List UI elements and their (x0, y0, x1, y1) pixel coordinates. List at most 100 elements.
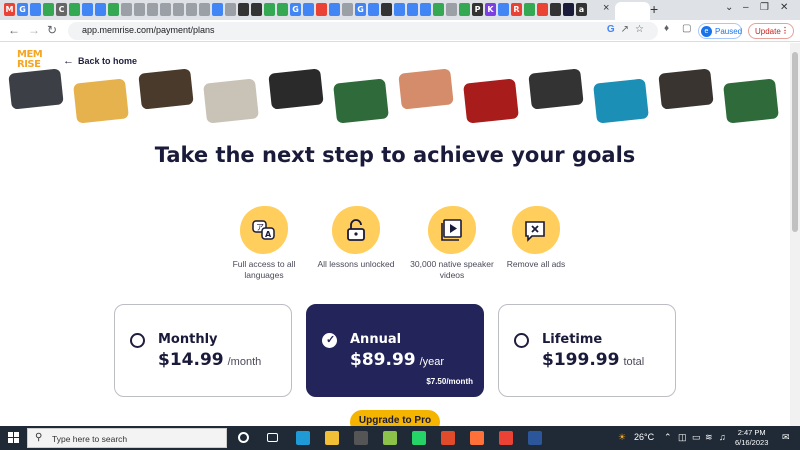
plan-radio[interactable] (514, 333, 529, 348)
browser-tab[interactable] (186, 3, 197, 16)
browser-tab[interactable] (134, 3, 145, 16)
google-icon[interactable]: G (607, 24, 621, 35)
browser-tab[interactable]: M (4, 3, 15, 16)
forward-arrow-icon[interactable]: → (28, 23, 40, 37)
browser-tab[interactable] (95, 3, 106, 16)
plan-card-lifetime[interactable]: Lifetime $199.99 total (498, 304, 676, 397)
window-close-icon[interactable]: ✕ (780, 2, 788, 13)
browser-tab[interactable] (147, 3, 158, 16)
plan-radio[interactable] (130, 333, 145, 348)
browser-tab[interactable] (43, 3, 54, 16)
feature-native-videos: 30,000 native speaker videos (410, 206, 494, 281)
minimize-icon[interactable]: – (743, 2, 749, 13)
browser-tab[interactable] (420, 3, 431, 16)
star-icon[interactable]: ☆ (635, 24, 650, 35)
browser-tab[interactable] (277, 3, 288, 16)
taskbar-cortana-icon[interactable] (238, 432, 249, 443)
taskbar-edge-icon[interactable] (296, 431, 310, 445)
browser-tab[interactable] (537, 3, 548, 16)
profile-paused-button[interactable]: e Paused (698, 23, 742, 39)
browser-tab[interactable]: R (511, 3, 522, 16)
weather-icon[interactable]: ☀ (618, 432, 626, 443)
url-bar[interactable]: app.memrise.com/payment/plans G↗☆ (68, 22, 658, 40)
taskbar-search-input[interactable]: ⚲ Type here to search (27, 428, 227, 448)
wifi-icon[interactable]: ≋ (705, 432, 713, 443)
browser-tab[interactable]: P (472, 3, 483, 16)
browser-tab[interactable] (446, 3, 457, 16)
browser-tab[interactable]: G (290, 3, 301, 16)
plan-card-monthly[interactable]: Monthly $14.99/month (114, 304, 292, 397)
browser-tab[interactable] (121, 3, 132, 16)
windows-start-icon[interactable] (8, 432, 20, 444)
reload-icon[interactable]: ↻ (47, 23, 57, 37)
taskbar-word-icon[interactable] (528, 431, 542, 445)
browser-tab[interactable] (212, 3, 223, 16)
taskbar-clock[interactable]: 2:47 PM 6/16/2023 (735, 428, 768, 448)
url-bar-actions[interactable]: G↗☆ (607, 24, 650, 35)
browser-tab[interactable] (199, 3, 210, 16)
browser-tab[interactable] (524, 3, 535, 16)
browser-tab[interactable] (498, 3, 509, 16)
browser-tab[interactable] (82, 3, 93, 16)
browser-tab[interactable]: a (576, 3, 587, 16)
browser-tab[interactable] (550, 3, 561, 16)
taskbar-file-explorer-icon[interactable] (325, 431, 339, 445)
search-placeholder: Type here to search (52, 434, 128, 444)
browser-tab[interactable] (342, 3, 353, 16)
browser-tab[interactable] (30, 3, 41, 16)
taskbar-store-icon[interactable] (354, 431, 368, 445)
weather-temp[interactable]: 26°C (634, 432, 654, 442)
upgrade-button[interactable]: Upgrade to Pro (350, 410, 440, 426)
browser-tab[interactable]: K (485, 3, 496, 16)
new-tab-button[interactable]: + (650, 1, 658, 17)
kebab-menu-icon[interactable]: ⋮ (781, 26, 789, 35)
browser-tab[interactable] (459, 3, 470, 16)
browser-tab[interactable] (563, 3, 574, 16)
volume-icon[interactable]: ♫ (719, 432, 726, 442)
browser-tab[interactable]: G (355, 3, 366, 16)
scrollbar-thumb[interactable] (792, 52, 798, 232)
browser-tab[interactable]: C (56, 3, 67, 16)
browser-tab[interactable] (368, 3, 379, 16)
taskbar-whatsapp-icon[interactable] (412, 431, 426, 445)
browser-tab[interactable] (225, 3, 236, 16)
network-icon[interactable]: ◫ (678, 432, 687, 443)
memrise-logo[interactable]: MEM RISE (17, 50, 43, 70)
update-button[interactable]: Update ⋮ (748, 23, 794, 39)
browser-tab[interactable] (329, 3, 340, 16)
browser-tab[interactable] (316, 3, 327, 16)
restore-icon[interactable]: ❐ (760, 2, 769, 13)
side-panel-icon[interactable]: ▢ (682, 23, 691, 34)
taskbar-task-view-icon[interactable] (267, 433, 278, 442)
browser-tab[interactable] (160, 3, 171, 16)
taskbar-chrome-icon[interactable] (499, 431, 513, 445)
browser-tab[interactable] (251, 3, 262, 16)
browser-tab[interactable] (108, 3, 119, 16)
back-arrow-icon[interactable]: ← (8, 23, 20, 37)
notification-icon[interactable]: ✉ (782, 432, 790, 443)
browser-tab[interactable] (303, 3, 314, 16)
active-tab[interactable] (615, 2, 650, 20)
back-to-home-link[interactable]: ← Back to home (63, 55, 137, 67)
browser-tab[interactable] (238, 3, 249, 16)
browser-tab[interactable] (173, 3, 184, 16)
browser-tab[interactable] (69, 3, 80, 16)
browser-tab[interactable] (381, 3, 392, 16)
extensions-icon[interactable]: ♦ (664, 23, 669, 34)
browser-tab[interactable] (433, 3, 444, 16)
browser-tab[interactable] (394, 3, 405, 16)
browser-tab[interactable] (264, 3, 275, 16)
taskbar-firefox-icon[interactable] (470, 431, 484, 445)
tray-chevron-icon[interactable]: ⌃ (664, 432, 672, 443)
plan-card-annual[interactable]: Annual $89.99/year $7.50/month (306, 304, 484, 397)
battery-icon[interactable]: ▭ (692, 432, 701, 443)
taskbar-mail-icon[interactable] (441, 431, 455, 445)
strip-image (333, 78, 389, 124)
taskbar-app-icon[interactable] (383, 431, 397, 445)
close-tab-icon[interactable]: × (603, 2, 609, 14)
share-icon[interactable]: ↗ (621, 24, 635, 35)
browser-tab[interactable]: G (17, 3, 28, 16)
chevron-down-icon[interactable]: ⌄ (725, 2, 733, 13)
plan-radio-checked[interactable] (322, 333, 337, 348)
browser-tab[interactable] (407, 3, 418, 16)
